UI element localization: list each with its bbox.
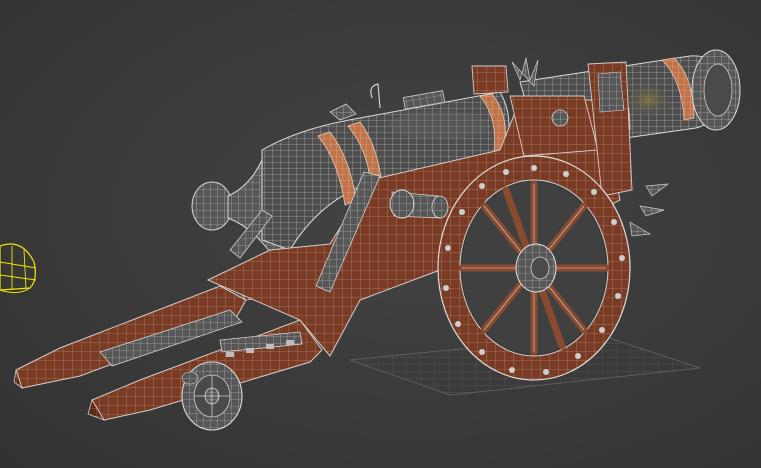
viewport-canvas[interactable] <box>0 0 761 468</box>
3d-viewport[interactable] <box>0 0 761 468</box>
small-wheel[interactable] <box>181 361 243 431</box>
large-wheel[interactable] <box>437 155 631 381</box>
helper-gizmo[interactable] <box>0 243 37 294</box>
